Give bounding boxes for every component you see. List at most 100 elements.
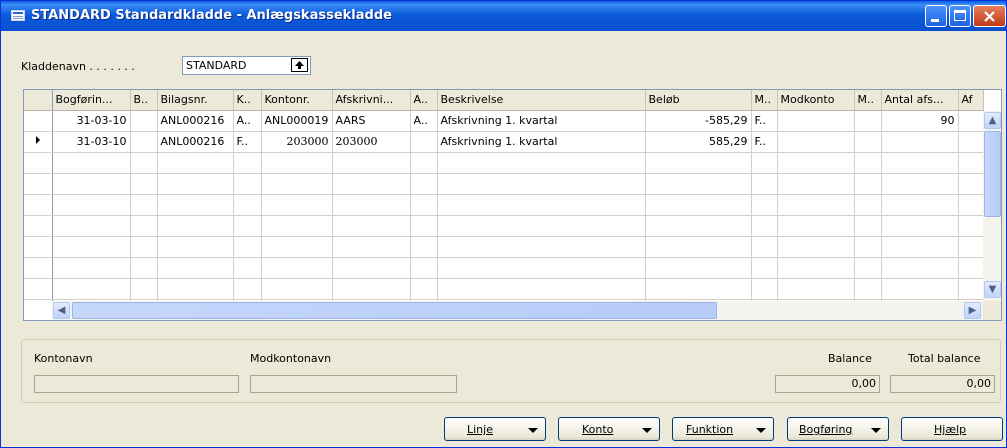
col-header[interactable]: Kontonr. <box>261 90 333 111</box>
kladdenavn-label: Kladdenavn . . . . . . . <box>21 60 135 73</box>
cell[interactable]: 31-03-10 <box>52 110 131 132</box>
cell[interactable] <box>777 131 855 153</box>
kontonavn-field <box>34 375 239 393</box>
cell[interactable]: Afskrivning 1. kvartal <box>437 110 646 132</box>
col-header[interactable]: Beskrivelse <box>437 90 646 111</box>
info-panel <box>21 339 1001 403</box>
header-row: Bogførin... B.. Bilagsnr. K.. Kontonr. A… <box>24 90 984 111</box>
cell[interactable] <box>410 131 438 153</box>
row-selector[interactable] <box>24 152 53 174</box>
row-selector[interactable] <box>24 173 53 195</box>
table-row[interactable] <box>24 278 984 300</box>
minimize-icon <box>931 19 939 22</box>
row-selector[interactable] <box>24 215 53 237</box>
col-header[interactable]: M.. <box>854 90 882 111</box>
cell[interactable]: 90 <box>881 110 959 132</box>
scroll-up-button[interactable]: ▲ <box>984 112 1001 129</box>
col-header[interactable]: B.. <box>130 90 158 111</box>
cell[interactable]: F.. <box>751 110 778 132</box>
cell[interactable]: A.. <box>410 110 438 132</box>
col-header[interactable]: Modkonto <box>777 90 855 111</box>
row-selector[interactable] <box>24 299 53 320</box>
row-selector[interactable] <box>24 194 53 216</box>
row-selector[interactable] <box>24 257 53 279</box>
help-button[interactable]: Hjælp <box>901 417 1003 441</box>
dropdown-arrow-icon <box>756 428 766 433</box>
scroll-down-button[interactable]: ▼ <box>984 281 1001 298</box>
table-row[interactable] <box>24 215 984 237</box>
form-icon <box>11 10 25 21</box>
cell[interactable] <box>777 110 855 132</box>
close-button[interactable] <box>973 5 1006 27</box>
cell[interactable]: ANL000216 <box>157 131 234 153</box>
journal-grid[interactable]: Bogførin... B.. Bilagsnr. K.. Kontonr. A… <box>23 89 1002 321</box>
row-selector[interactable] <box>24 131 53 153</box>
cell[interactable]: A.. <box>233 110 262 132</box>
col-header[interactable]: Af <box>958 90 984 111</box>
window-title: STANDARD Standardkladde - Anlægskassekla… <box>31 8 392 23</box>
col-header[interactable]: Bogførin... <box>52 90 131 111</box>
col-header[interactable]: M.. <box>751 90 778 111</box>
cell[interactable]: 31-03-10 <box>52 131 131 153</box>
cell[interactable]: ANL000216 <box>157 110 234 132</box>
cell[interactable]: ANL000019 <box>261 110 333 132</box>
konto-button[interactable]: Konto <box>558 417 660 441</box>
scroll-right-button[interactable]: ▶ <box>964 302 981 319</box>
col-header[interactable]: Afskrivni... <box>332 90 411 111</box>
kontonavn-label: Kontonavn <box>34 352 93 365</box>
cell[interactable]: 203000 <box>261 131 333 153</box>
col-header[interactable]: Beløb <box>645 90 752 111</box>
cell[interactable] <box>958 131 984 153</box>
col-header[interactable]: Antal afs... <box>881 90 959 111</box>
horizontal-scrollbar[interactable]: ◀ ▶ <box>52 301 983 320</box>
table-row[interactable] <box>24 194 984 216</box>
scroll-left-button[interactable]: ◀ <box>53 302 70 319</box>
table-row[interactable] <box>24 173 984 195</box>
row-selector[interactable] <box>24 110 53 132</box>
table-row[interactable] <box>24 236 984 258</box>
cell[interactable]: Afskrivning 1. kvartal <box>437 131 646 153</box>
table-row[interactable]: 31-03-10 ANL000216 A.. ANL000019 AARS A.… <box>24 110 984 132</box>
journal-window: STANDARD Standardkladde - Anlægskassekla… <box>0 0 1007 448</box>
cell[interactable] <box>130 110 158 132</box>
cell[interactable] <box>130 131 158 153</box>
modkontonavn-field <box>250 375 457 393</box>
cell[interactable] <box>854 110 882 132</box>
lookup-button[interactable] <box>291 58 308 72</box>
row-selector[interactable] <box>24 236 53 258</box>
bogforing-button-label: Bogføring <box>799 423 853 436</box>
cell[interactable]: F.. <box>233 131 262 153</box>
horizontal-scroll-thumb[interactable] <box>72 302 717 319</box>
cell[interactable]: AARS <box>332 110 411 132</box>
linje-button[interactable]: Linje <box>444 417 546 441</box>
table-row[interactable] <box>24 152 984 174</box>
dropdown-arrow-icon <box>528 428 538 433</box>
bogforing-button[interactable]: Bogføring <box>787 417 889 441</box>
maximize-button[interactable] <box>949 5 971 27</box>
kladdenavn-value: STANDARD <box>186 59 247 72</box>
cell[interactable]: 203000 <box>332 131 411 153</box>
col-header[interactable]: K.. <box>233 90 262 111</box>
vertical-scrollbar[interactable]: ▲ ▼ <box>983 111 1001 301</box>
row-selector[interactable] <box>24 278 53 300</box>
cell[interactable]: F.. <box>751 131 778 153</box>
dropdown-arrow-icon <box>871 428 881 433</box>
table-row[interactable]: 31-03-10 ANL000216 F.. 203000 203000 Afs… <box>24 131 984 153</box>
balance-field: 0,00 <box>775 375 880 393</box>
kladdenavn-field[interactable]: STANDARD <box>182 56 311 75</box>
cell[interactable] <box>854 131 882 153</box>
minimize-button[interactable] <box>925 5 947 27</box>
help-button-label: Hjælp <box>934 423 967 436</box>
cell[interactable] <box>958 110 984 132</box>
close-icon <box>984 11 995 22</box>
cell[interactable] <box>881 131 959 153</box>
col-header[interactable]: A.. <box>410 90 438 111</box>
arrow-up-icon <box>295 61 304 69</box>
table-row[interactable] <box>24 257 984 279</box>
vertical-scroll-thumb[interactable] <box>984 131 1001 217</box>
cell[interactable]: -585,29 <box>645 110 752 132</box>
title-bar[interactable]: STANDARD Standardkladde - Anlægskassekla… <box>1 1 1006 31</box>
cell[interactable]: 585,29 <box>645 131 752 153</box>
col-header[interactable]: Bilagsnr. <box>157 90 234 111</box>
funktion-button[interactable]: Funktion <box>672 417 774 441</box>
